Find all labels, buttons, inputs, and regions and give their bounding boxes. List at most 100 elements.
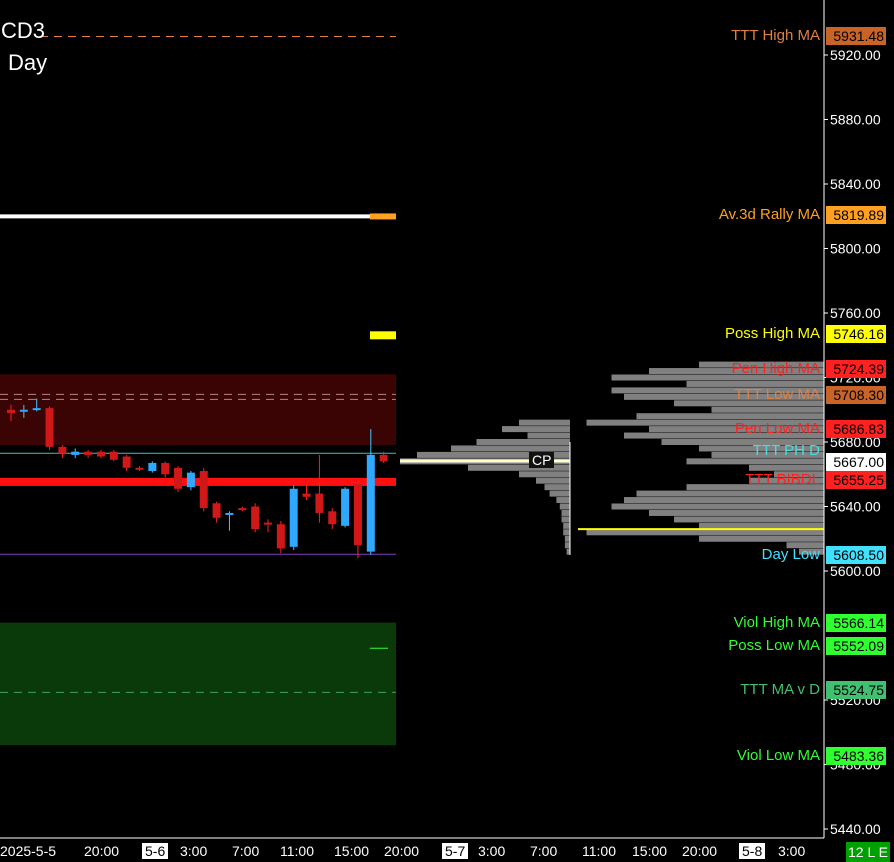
profile-bar xyxy=(586,529,824,536)
candle-body xyxy=(7,409,15,413)
profile-bar xyxy=(749,464,824,471)
level-price-badge: 5608.50 xyxy=(826,546,886,564)
level-label: Pen Low MA xyxy=(734,420,820,437)
level-label: TTT PH D xyxy=(752,442,820,459)
candle-body xyxy=(71,451,80,455)
candle-body xyxy=(174,467,183,489)
profile-bar xyxy=(561,516,570,523)
candle-body xyxy=(186,472,195,488)
profile-bar xyxy=(549,490,570,497)
level-label: Poss Low MA xyxy=(728,637,820,654)
candle-body xyxy=(58,446,67,454)
y-tick-label: 5840.00 xyxy=(830,176,881,192)
profile-bar xyxy=(636,413,824,420)
profile-bar xyxy=(636,490,824,497)
x-tick-label: 3:00 xyxy=(180,843,208,859)
x-tick-label: 5-7 xyxy=(442,843,469,859)
profile-bar xyxy=(699,522,824,529)
level-price-badge: 5819.89 xyxy=(826,206,886,224)
candle-body xyxy=(379,454,388,462)
level-price-badge: 5552.09 xyxy=(826,637,886,655)
profile-bar xyxy=(536,477,570,484)
x-tick-label: 7:00 xyxy=(530,843,558,859)
y-tick-label: 5760.00 xyxy=(830,305,881,321)
profile-bar xyxy=(544,484,570,491)
candle-body xyxy=(264,522,272,525)
candle-body xyxy=(148,462,157,472)
x-tick-label: 3:00 xyxy=(778,843,806,859)
candle-body xyxy=(45,408,54,447)
candle-body xyxy=(19,409,28,412)
level-price-badge: 5686.83 xyxy=(826,420,886,438)
candle-body xyxy=(96,451,105,457)
candle-body xyxy=(199,471,208,509)
y-tick-label: 5880.00 xyxy=(830,112,881,128)
level-label: TTT High MA xyxy=(731,27,820,44)
status-badge[interactable]: 12 L E xyxy=(846,842,890,862)
av3d-rally-marker xyxy=(370,213,396,220)
cp-label: CP xyxy=(529,452,555,468)
profile-bar xyxy=(699,535,824,542)
candle-body xyxy=(276,524,285,549)
level-label: Poss High MA xyxy=(724,325,820,342)
candle-body xyxy=(341,488,350,526)
candle-body xyxy=(238,508,247,511)
level-label: TTT BIBDL xyxy=(745,471,820,488)
x-tick-label: 2025-5-5 xyxy=(0,843,57,859)
level-price-badge: 5524.75 xyxy=(826,681,886,699)
candle-body xyxy=(84,451,93,455)
x-tick-label: 20:00 xyxy=(682,843,718,859)
candle-body xyxy=(122,456,131,468)
level-label: Av.3d Rally MA xyxy=(718,206,820,223)
profile-bar xyxy=(686,458,824,465)
ttt-bibdl-line xyxy=(0,477,396,486)
y-tick-label: 5440.00 xyxy=(830,821,881,837)
poss-high-marker xyxy=(370,331,396,340)
profile-bar xyxy=(564,542,570,549)
candle-body xyxy=(353,483,362,546)
profile-bar xyxy=(556,497,570,504)
candle-body xyxy=(135,467,144,470)
candle-body xyxy=(32,408,41,411)
x-tick-label: 3:00 xyxy=(478,843,506,859)
level-price-badge: 5655.25 xyxy=(826,471,886,489)
profile-bar xyxy=(564,535,570,542)
level-label: TTT MA v D xyxy=(740,681,820,698)
candle-body xyxy=(289,488,298,547)
x-tick-label: 5-8 xyxy=(739,843,766,859)
level-label: Day Low xyxy=(761,546,820,563)
x-tick-label: 20:00 xyxy=(384,843,420,859)
profile-bar xyxy=(674,516,824,523)
profile-bar xyxy=(502,426,570,433)
y-tick-label: 5640.00 xyxy=(830,499,881,515)
x-tick-label: 5-6 xyxy=(142,843,169,859)
level-price-badge: 5724.39 xyxy=(826,360,886,378)
profile-bar xyxy=(476,439,570,445)
timeframe-label: Day xyxy=(8,50,48,75)
x-tick-label: 15:00 xyxy=(632,843,668,859)
profile-bar xyxy=(519,419,570,426)
level-price-badge: 5931.48 xyxy=(826,27,886,45)
zone-support xyxy=(0,622,396,746)
candle-body xyxy=(212,503,221,518)
profile-bar xyxy=(649,509,824,516)
profile-bar xyxy=(519,471,570,478)
x-tick-label: 7:00 xyxy=(232,843,260,859)
candle-body xyxy=(328,511,337,525)
level-price-badge: 5708.30 xyxy=(826,386,886,404)
candle-body xyxy=(225,512,234,515)
x-tick-label: 11:00 xyxy=(582,843,616,859)
symbol-label: CD3 xyxy=(1,18,46,43)
profile-bar xyxy=(559,503,570,510)
profile-bar xyxy=(527,432,570,439)
candle-body xyxy=(109,451,118,460)
profile-bar xyxy=(468,464,570,471)
x-tick-label: 20:00 xyxy=(84,843,120,859)
profile-bar xyxy=(563,522,570,529)
profile-bar xyxy=(563,529,570,536)
level-label: TTT Low MA xyxy=(734,386,820,403)
level-label: Viol High MA xyxy=(733,614,820,631)
x-tick-label: 11:00 xyxy=(280,843,314,859)
profile-bar xyxy=(561,509,570,516)
profile-bar xyxy=(624,497,824,504)
